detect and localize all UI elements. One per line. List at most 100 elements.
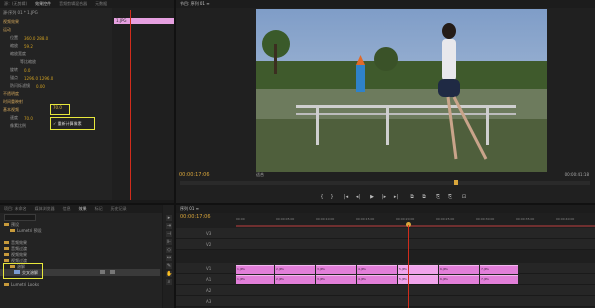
- ec-value[interactable]: 70.0: [24, 116, 33, 121]
- ec-value[interactable]: 1296.0 1296.0: [24, 76, 53, 81]
- ruler-label: 00:00:20:00: [396, 217, 415, 221]
- clip-label: 3.JPG: [317, 277, 325, 281]
- timeline-clip[interactable]: 6.JPG: [439, 265, 479, 274]
- timeline-clip[interactable]: 4.JPG: [357, 265, 397, 274]
- timeline-clip[interactable]: 1.JPG: [236, 275, 274, 284]
- ec-value[interactable]: 0.0: [24, 68, 30, 73]
- ruler-label: 00:00:15:00: [356, 217, 375, 221]
- ec-row-anti-flicker[interactable]: 防闪烁滤镜 0.00: [10, 83, 45, 89]
- ec-row-uniform-scale[interactable]: 等比缩放: [20, 59, 36, 65]
- timeline-clip[interactable]: 7.JPG: [480, 275, 518, 284]
- ec-label: 速度: [10, 115, 18, 120]
- ec-value[interactable]: 0.00: [36, 84, 45, 89]
- tab-sequence[interactable]: 序列 01 ≡: [180, 206, 199, 212]
- slip-tool-icon[interactable]: ↔: [166, 255, 172, 261]
- tree-item-presets[interactable]: 预设: [4, 222, 19, 227]
- ec-label: 锚点: [10, 75, 18, 80]
- go-to-out-button[interactable]: ▸|: [392, 194, 400, 201]
- clip-label: 6.JPG: [440, 277, 448, 281]
- ripple-edit-tool-icon[interactable]: ⊣: [166, 231, 172, 237]
- selection-tool-icon[interactable]: ▸: [166, 215, 172, 221]
- tab-source[interactable]: 源：(无剪辑): [4, 1, 27, 7]
- timeline-panel: 序列 01 ≡ 00:00:17:06 00:00 00:00:05:00 00…: [176, 205, 595, 308]
- tab-info[interactable]: 信息: [63, 206, 71, 212]
- timeline-clip[interactable]: 2.JPG: [275, 275, 315, 284]
- export-frame-button[interactable]: ⎘: [434, 194, 442, 201]
- tree-item-lumetri-presets[interactable]: Lumetri 预设: [10, 228, 42, 233]
- mark-out-button[interactable]: }: [328, 194, 336, 201]
- separator: [0, 203, 595, 205]
- timeline-clip[interactable]: 4.JPG: [357, 275, 397, 284]
- play-button[interactable]: ▶: [368, 194, 376, 201]
- tab-program[interactable]: 节目: 序列 01 ≡: [180, 1, 210, 7]
- ec-playhead[interactable]: [130, 10, 131, 200]
- ec-row-scale[interactable]: 缩放 59.2: [10, 43, 33, 49]
- effects-search-input[interactable]: [4, 214, 36, 221]
- highlight-recompute-checkbox[interactable]: ✓ 重新计算像素: [50, 117, 95, 130]
- tree-item-video-effects[interactable]: 视频效果: [4, 252, 27, 257]
- tree-item-lumetri-looks[interactable]: Lumetri Looks: [4, 282, 39, 287]
- work-area-bar[interactable]: [236, 225, 595, 227]
- razor-tool-icon[interactable]: ◇: [166, 247, 172, 253]
- timeline-clip[interactable]: 2.JPG: [275, 265, 315, 274]
- tree-item-audio-effects[interactable]: 音频效果: [4, 240, 27, 245]
- tab-history[interactable]: 历史记录: [111, 206, 127, 212]
- mark-in-button[interactable]: {: [318, 194, 326, 201]
- ruler-label: 00:00:25:00: [436, 217, 455, 221]
- timeline-clip[interactable]: 7.JPG: [480, 265, 518, 274]
- effect-controls-panel: 源：(无剪辑) 效果控件 音频剪辑混合器 元数据 源·序列 01 * 1.JPG…: [0, 0, 174, 200]
- program-video-frame[interactable]: [256, 9, 547, 172]
- go-to-in-button[interactable]: |◂: [342, 194, 350, 201]
- program-fit-select[interactable]: 适合: [256, 172, 264, 178]
- tab-effects[interactable]: 效果: [79, 206, 87, 212]
- program-timecode[interactable]: 00:00:17:06: [179, 172, 210, 178]
- settings-button[interactable]: ⊡: [460, 194, 468, 201]
- tree-item-audio-transitions[interactable]: 音频过渡: [4, 246, 27, 251]
- clip-label: 5.JPG: [399, 267, 407, 271]
- ec-label: 运动: [3, 27, 11, 32]
- ec-row-rotation[interactable]: 旋转 0.0: [10, 67, 30, 73]
- tab-audio-mixer[interactable]: 音频剪辑混合器: [59, 1, 87, 7]
- ec-row-time-remap[interactable]: 时间重映射: [3, 99, 23, 105]
- ec-row-opacity[interactable]: 不透明度: [3, 91, 19, 97]
- program-scrub-bar[interactable]: [180, 180, 590, 185]
- tab-metadata[interactable]: 元数据: [95, 1, 107, 7]
- timeline-timecode[interactable]: 00:00:17:06: [180, 214, 211, 220]
- timeline-clip[interactable]: 5.JPG: [398, 275, 438, 284]
- compare-button[interactable]: ⎘: [446, 194, 454, 201]
- ec-clip-chip[interactable]: 1.JPG: [114, 18, 174, 24]
- ec-value[interactable]: 59.2: [24, 44, 33, 49]
- ec-row-basic-video[interactable]: 基本视频: [3, 107, 19, 113]
- tab-media-browser[interactable]: 媒体浏览器: [35, 206, 55, 212]
- hand-tool-icon[interactable]: ✋: [166, 271, 172, 277]
- timeline-playhead[interactable]: [408, 225, 409, 308]
- ec-row-motion[interactable]: 运动: [3, 27, 11, 33]
- lift-button[interactable]: ⧉: [408, 194, 416, 201]
- ec-row-scale-width[interactable]: 缩放宽度: [10, 51, 26, 57]
- track-label: V2: [206, 242, 212, 247]
- timeline-clip[interactable]: 1.JPG: [236, 265, 274, 274]
- step-forward-button[interactable]: |▸: [380, 194, 388, 201]
- ec-value[interactable]: 360.0 288.0: [24, 36, 48, 41]
- tab-markers[interactable]: 标记: [95, 206, 103, 212]
- timeline-clip[interactable]: 5.JPG: [398, 265, 438, 274]
- track-select-tool-icon[interactable]: ⇥: [166, 223, 172, 229]
- tab-effect-controls[interactable]: 效果控件: [35, 1, 51, 7]
- extract-button[interactable]: ⧉: [420, 194, 428, 201]
- zoom-tool-icon[interactable]: ⌕: [166, 279, 172, 285]
- timeline-clip[interactable]: 3.JPG: [316, 275, 356, 284]
- ec-row-position[interactable]: 位置 360.0 288.0: [10, 35, 48, 41]
- ec-row-pixel-ratio[interactable]: 像素比例: [10, 123, 26, 129]
- rolling-edit-tool-icon[interactable]: ⊩: [166, 239, 172, 245]
- timeline-clip[interactable]: 3.JPG: [316, 265, 356, 274]
- timeline-ruler[interactable]: 00:00 00:00:05:00 00:00:10:00 00:00:15:0…: [236, 213, 595, 227]
- ec-row-anchor[interactable]: 锚点 1296.0 1296.0: [10, 75, 53, 81]
- timeline-clip[interactable]: 6.JPG: [439, 275, 479, 284]
- pen-tool-icon[interactable]: ✎: [166, 263, 172, 269]
- ec-row-speed[interactable]: 速度 70.0: [10, 115, 33, 121]
- ec-label: 视频效果: [3, 19, 19, 24]
- ruler-label: 00:00: [236, 217, 245, 221]
- tab-project[interactable]: 项目: 未命名: [4, 206, 27, 212]
- program-playhead-marker[interactable]: [454, 180, 458, 185]
- step-back-button[interactable]: ◂|: [354, 194, 362, 201]
